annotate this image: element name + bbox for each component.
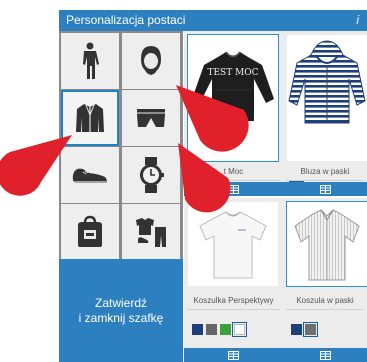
pointer-shape — [178, 143, 231, 213]
pointer-shape — [176, 85, 249, 152]
pointer-overlay — [0, 85, 249, 213]
pointer-shape — [0, 135, 72, 196]
